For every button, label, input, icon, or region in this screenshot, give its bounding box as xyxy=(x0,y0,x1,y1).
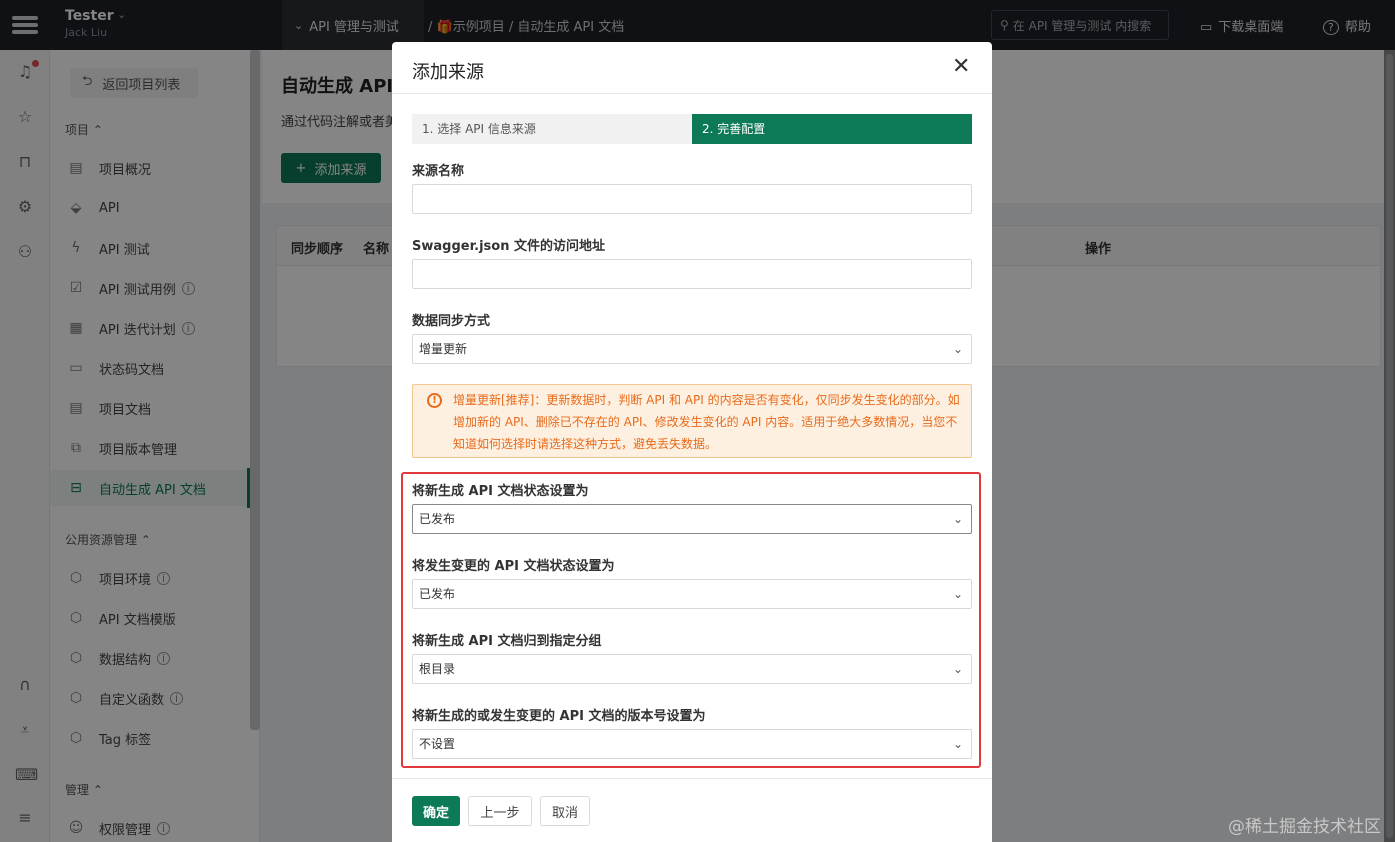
close-icon[interactable]: ✕ xyxy=(952,56,970,78)
dialog-title: 添加来源 xyxy=(412,62,484,83)
cancel-button[interactable]: 取消 xyxy=(540,796,590,826)
warning-line-1: 增量更新[推荐]：更新数据时，判断 API 和 API 的内容是否有变化，仅同步… xyxy=(453,393,960,407)
version-label: 将新生成的或发生变更的 API 文档的版本号设置为 xyxy=(412,709,706,724)
new-status-select[interactable]: 已发布 ⌄ xyxy=(412,504,972,534)
source-name-input[interactable] xyxy=(412,184,972,214)
changed-status-label: 将发生变更的 API 文档状态设置为 xyxy=(412,559,615,574)
chevron-down-icon: ⌄ xyxy=(952,512,963,526)
changed-status-value: 已发布 xyxy=(419,587,456,601)
sync-mode-warning: ! 增量更新[推荐]：更新数据时，判断 API 和 API 的内容是否有变化，仅… xyxy=(412,384,972,458)
swagger-url-label: Swagger.json 文件的访问地址 xyxy=(412,239,605,254)
chevron-down-icon: ⌄ xyxy=(952,662,963,676)
new-status-label: 将新生成 API 文档状态设置为 xyxy=(412,484,589,499)
previous-step-button[interactable]: 上一步 xyxy=(468,796,532,826)
sync-mode-select[interactable]: 增量更新 ⌄ xyxy=(412,334,972,364)
version-select[interactable]: 不设置 ⌄ xyxy=(412,729,972,759)
warning-line-2: 增加新的 API、删除已不存在的 API、修改发生变化的 API 内容。适用于绝… xyxy=(453,415,958,429)
new-status-value: 已发布 xyxy=(419,512,456,526)
divider xyxy=(392,93,992,94)
source-name-label: 来源名称 xyxy=(412,164,465,179)
group-value: 根目录 xyxy=(419,662,456,676)
chevron-down-icon: ⌄ xyxy=(952,587,963,601)
confirm-button[interactable]: 确定 xyxy=(412,796,460,826)
version-value: 不设置 xyxy=(419,737,456,751)
divider xyxy=(392,778,992,779)
add-source-dialog: 添加来源 ✕ 1. 选择 API 信息来源 2. 完善配置 来源名称 Swagg… xyxy=(392,42,992,842)
sync-mode-value: 增量更新 xyxy=(419,342,468,356)
chevron-down-icon: ⌄ xyxy=(952,737,963,751)
group-select[interactable]: 根目录 ⌄ xyxy=(412,654,972,684)
changed-status-select[interactable]: 已发布 ⌄ xyxy=(412,579,972,609)
chevron-down-icon: ⌄ xyxy=(952,342,963,356)
step-configure: 2. 完善配置 xyxy=(692,114,972,144)
swagger-url-input[interactable] xyxy=(412,259,972,289)
sync-mode-label: 数据同步方式 xyxy=(412,314,491,329)
watermark: @稀土掘金技术社区 xyxy=(1228,817,1381,837)
warning-line-3: 知道如何选择时请选择这种方式，避免丢失数据。 xyxy=(453,437,718,451)
warning-icon: ! xyxy=(427,393,442,408)
group-label: 将新生成 API 文档归到指定分组 xyxy=(412,634,602,649)
wizard-steps: 1. 选择 API 信息来源 2. 完善配置 xyxy=(412,114,972,144)
step-select-source[interactable]: 1. 选择 API 信息来源 xyxy=(412,114,692,144)
